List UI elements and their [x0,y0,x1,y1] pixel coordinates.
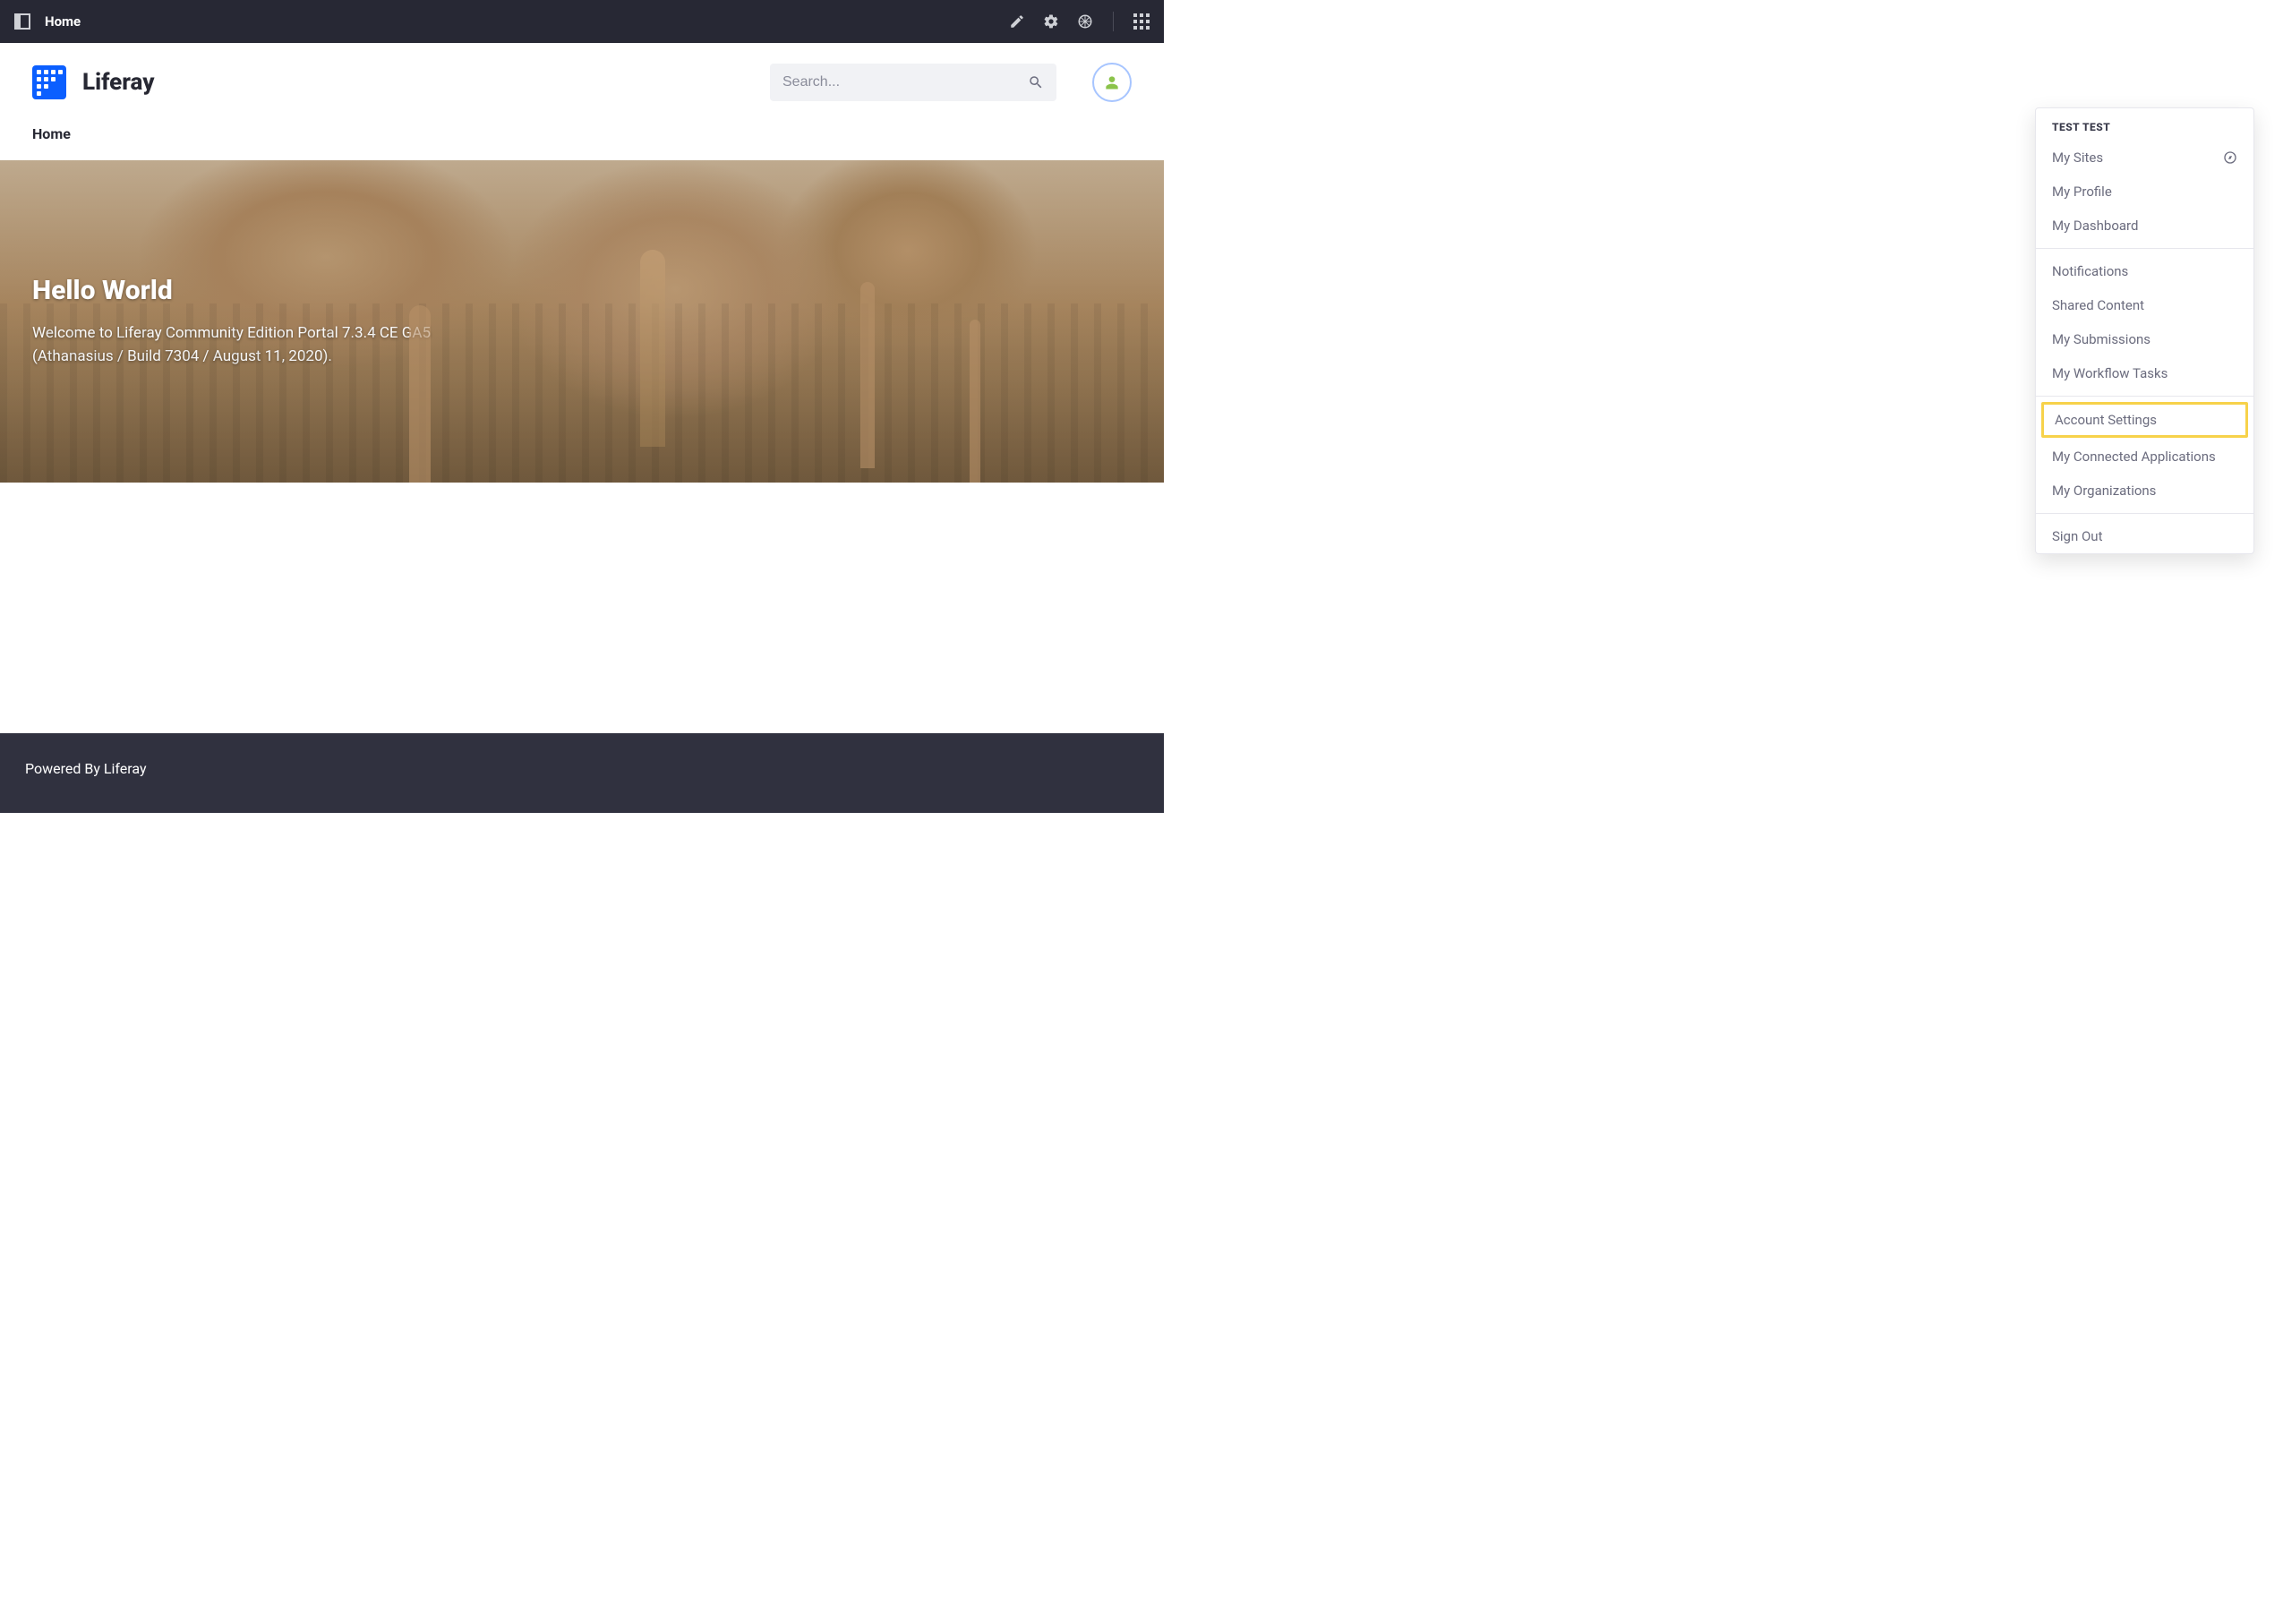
menu-my-workflow-tasks[interactable]: My Workflow Tasks [2036,356,2253,390]
menu-my-organizations[interactable]: My Organizations [2036,474,2253,508]
menu-sign-out[interactable]: Sign Out [2036,519,2253,553]
apps-grid-icon[interactable] [1133,13,1150,30]
control-bar-separator [1113,12,1114,31]
menu-my-submissions-label: My Submissions [2052,331,2150,347]
panel-toggle-icon[interactable] [14,13,30,30]
edit-icon[interactable] [1009,13,1025,30]
menu-notifications[interactable]: Notifications [2036,254,2253,288]
menu-my-profile[interactable]: My Profile [2036,175,2253,209]
nav-home[interactable]: Home [32,125,71,142]
brand-logo-icon [32,65,66,99]
hero-headline: Hello World [32,275,1132,306]
brand-name: Liferay [82,69,155,96]
menu-my-sites[interactable]: My Sites [2036,141,2253,175]
simulation-icon[interactable] [1077,13,1093,30]
footer-powered-prefix: Powered By [25,760,104,777]
gear-icon[interactable] [1043,13,1059,30]
footer-powered-link[interactable]: Liferay [104,760,147,777]
menu-separator [2036,396,2253,397]
menu-my-dashboard[interactable]: My Dashboard [2036,209,2253,243]
compass-icon [2223,150,2237,165]
user-avatar-button[interactable] [1092,63,1132,102]
menu-notifications-label: Notifications [2052,263,2128,279]
menu-my-connected-applications[interactable]: My Connected Applications [2036,440,2253,474]
control-bar-title[interactable]: Home [45,13,81,30]
menu-separator [2036,248,2253,249]
search-box[interactable] [770,64,1056,101]
menu-separator [2036,513,2253,514]
menu-my-submissions[interactable]: My Submissions [2036,322,2253,356]
menu-shared-content[interactable]: Shared Content [2036,288,2253,322]
menu-sign-out-label: Sign Out [2052,528,2102,544]
control-bar: Home [0,0,1164,43]
menu-shared-content-label: Shared Content [2052,297,2144,313]
search-icon[interactable] [1028,74,1044,90]
menu-my-organizations-label: My Organizations [2052,483,2156,499]
hero-banner: Hello World Welcome to Liferay Community… [0,160,1164,483]
site-nav: Home [0,109,1164,160]
brand[interactable]: Liferay [32,65,752,99]
footer: Powered By Liferay [0,733,1164,813]
hero-body: Welcome to Liferay Community Edition Por… [32,322,498,368]
menu-my-workflow-tasks-label: My Workflow Tasks [2052,365,2168,381]
menu-my-sites-label: My Sites [2052,150,2103,166]
menu-account-settings-label: Account Settings [2055,412,2157,428]
search-input[interactable] [782,74,1028,90]
user-menu: TEST TEST My Sites My Profile My Dashboa… [2035,107,2254,554]
menu-my-profile-label: My Profile [2052,184,2112,200]
user-menu-username: TEST TEST [2036,108,2253,141]
menu-account-settings[interactable]: Account Settings [2041,402,2248,438]
user-icon [1103,73,1121,91]
site-header: Liferay [0,43,1164,109]
menu-my-dashboard-label: My Dashboard [2052,218,2138,234]
menu-my-connected-applications-label: My Connected Applications [2052,449,2216,465]
